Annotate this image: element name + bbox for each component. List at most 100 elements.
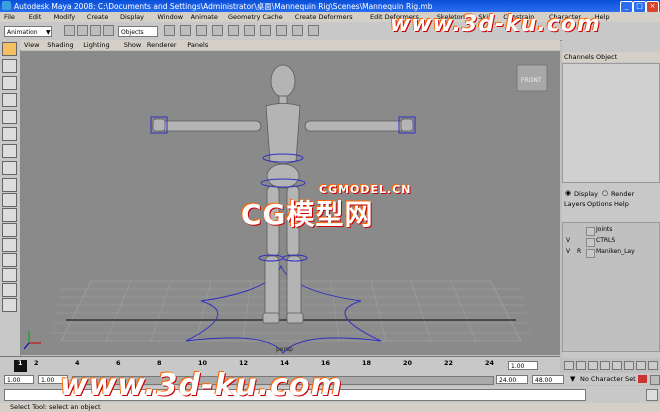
tool-paint-select-icon[interactable] (2, 76, 17, 90)
character-set-select[interactable]: No Character Set (580, 375, 636, 383)
layer-row-joints[interactable]: Joints (564, 226, 656, 236)
tool-outliner-layout-icon[interactable] (2, 223, 17, 237)
tool-record-icon[interactable] (2, 298, 17, 312)
panel-menu-show[interactable]: Show (124, 41, 142, 49)
open-scene-icon[interactable] (77, 25, 88, 36)
viewport-panel[interactable]: FRONT persp CGMODEL.CN CG模型网 (21, 51, 560, 355)
select-object-icon[interactable] (164, 25, 175, 36)
panel-menu-panels[interactable]: Panels (187, 41, 208, 49)
snap-point-icon[interactable] (228, 25, 239, 36)
layer-name[interactable]: Maniken_Lay (596, 248, 635, 255)
menu-geometry-cache[interactable]: Geometry Cache (228, 13, 283, 21)
help-menu[interactable]: Help (614, 200, 629, 208)
chevron-down-icon[interactable]: ▼ (46, 29, 51, 36)
panel-menu-renderer[interactable]: Renderer (147, 41, 177, 49)
menu-create-deformers[interactable]: Create Deformers (295, 13, 353, 21)
go-start-icon[interactable] (564, 361, 574, 370)
menu-display[interactable]: Display (120, 13, 144, 21)
play-back-icon[interactable] (600, 361, 610, 370)
tool-scale-icon[interactable] (2, 127, 17, 141)
tool-move-icon[interactable] (2, 93, 17, 107)
tool-rotate-icon[interactable] (2, 110, 17, 124)
save-scene-icon[interactable] (90, 25, 101, 36)
anim-prefs-icon[interactable] (650, 375, 660, 385)
step-back-icon[interactable] (576, 361, 586, 370)
display-tab[interactable]: Display (574, 190, 598, 198)
character-set-chevron-icon[interactable]: ▼ (570, 375, 575, 383)
title-bar: Autodesk Maya 2008: C:\Documents and Set… (0, 0, 660, 13)
channel-box-panel: Channels Object ◉ Display ○ Render Layer… (562, 40, 660, 358)
layer-visibility[interactable]: V (566, 248, 570, 255)
tool-manipulator-icon[interactable] (2, 161, 17, 175)
menu-create[interactable]: Create (87, 13, 109, 21)
layer-name[interactable]: Joints (596, 226, 612, 233)
layer-row-maniken[interactable]: V R Maniken_Lay (564, 248, 656, 258)
menu-modify[interactable]: Modify (54, 13, 76, 21)
maya-app-icon (2, 1, 11, 10)
snap-grid-icon[interactable] (196, 25, 207, 36)
layers-menu[interactable]: Layers (564, 200, 586, 208)
menu-window[interactable]: Window (157, 13, 183, 21)
render-radio[interactable]: ○ (602, 189, 608, 197)
panel-menu-shading[interactable]: Shading (47, 41, 73, 49)
render-tab[interactable]: Render (611, 190, 634, 198)
toolbox (0, 40, 21, 358)
watermark-top: www.3d-ku.com (390, 12, 601, 37)
new-scene-icon[interactable] (64, 25, 75, 36)
select-component-icon[interactable] (180, 25, 191, 36)
tool-render-layout-icon[interactable] (2, 268, 17, 282)
frame-tick-label: 24 (485, 359, 495, 367)
layer-visibility[interactable]: V (566, 237, 570, 244)
menu-set-select[interactable]: Animation (4, 26, 52, 37)
tool-four-view-icon[interactable] (2, 208, 17, 222)
layer-color-swatch[interactable] (586, 227, 595, 236)
prev-key-icon[interactable] (588, 361, 598, 370)
next-key-icon[interactable] (624, 361, 634, 370)
objects-selection-mode[interactable]: Objects (118, 26, 158, 37)
ipr-render-icon[interactable] (292, 25, 303, 36)
end-time-field[interactable]: 48.00 (532, 375, 564, 384)
options-menu[interactable]: Options (587, 200, 612, 208)
tool-last-tool-icon[interactable] (2, 178, 17, 192)
play-forward-icon[interactable] (612, 361, 622, 370)
tool-hypershade-layout-icon[interactable] (2, 253, 17, 267)
playback-end-field[interactable]: 24.00 (496, 375, 528, 384)
current-frame-field[interactable]: 1.00 (508, 361, 538, 370)
menu-file[interactable]: File (4, 13, 15, 21)
frame-tick-label: 16 (321, 359, 331, 367)
snap-curve-icon[interactable] (212, 25, 223, 36)
help-line-text: Select Tool: select an object (10, 403, 101, 411)
menu-edit[interactable]: Edit (29, 13, 42, 21)
snap-plane-icon[interactable] (244, 25, 255, 36)
display-radio[interactable]: ◉ (565, 189, 571, 197)
layer-row-ctrls[interactable]: V CTRLS (564, 237, 656, 247)
panel-menu-view[interactable]: View (24, 41, 39, 49)
tool-snapshot-icon[interactable] (2, 283, 17, 297)
start-time-field[interactable]: 1.00 (4, 375, 34, 384)
object-menu[interactable]: Object (596, 53, 617, 61)
menu-animate[interactable]: Animate (191, 13, 218, 21)
tool-graph-layout-icon[interactable] (2, 238, 17, 252)
panel-menu-lighting[interactable]: Lighting (83, 41, 109, 49)
render-settings-icon[interactable] (308, 25, 319, 36)
layer-reference[interactable]: R (577, 248, 581, 255)
go-end-icon[interactable] (648, 361, 658, 370)
auto-key-icon[interactable] (638, 375, 647, 383)
script-editor-icon[interactable] (646, 389, 658, 401)
layer-name[interactable]: CTRLS (596, 237, 615, 244)
tool-soft-mod-icon[interactable] (2, 144, 17, 158)
history-icon[interactable] (260, 25, 271, 36)
panel-menu-bar: View Shading Lighting Show Renderer Panels (20, 40, 560, 50)
frame-tick-label: 14 (280, 359, 290, 367)
layer-color-swatch[interactable] (586, 238, 595, 247)
frame-tick-label: 1 (18, 359, 23, 367)
render-frame-icon[interactable] (276, 25, 287, 36)
tool-lasso-icon[interactable] (2, 59, 17, 73)
channels-menu[interactable]: Channels (564, 53, 594, 61)
step-forward-icon[interactable] (636, 361, 646, 370)
tool-persp-layout-icon[interactable] (2, 193, 17, 207)
layer-color-swatch[interactable] (586, 249, 595, 258)
watermark-bottom: www.3d-ku.com (60, 368, 343, 403)
select-hierarchy-icon[interactable] (103, 25, 114, 36)
tool-select-icon[interactable] (2, 42, 17, 56)
